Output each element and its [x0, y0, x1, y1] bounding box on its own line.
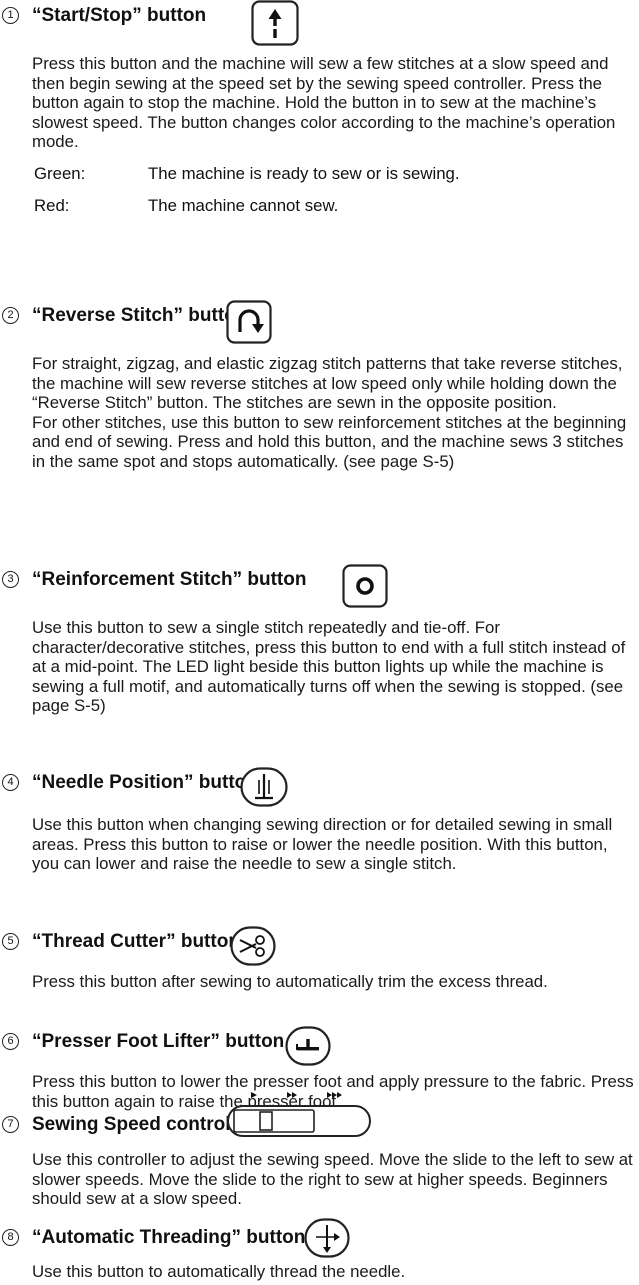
- item-number: 4: [2, 774, 19, 791]
- item-title: “Presser Foot Lifter” button: [32, 1031, 285, 1052]
- mode-list: Green: The machine is ready to sew or is…: [34, 164, 639, 228]
- item-header: 6 “Presser Foot Lifter” button: [0, 1026, 639, 1070]
- needle-position-icon: [240, 767, 288, 812]
- item-title: “Start/Stop” button: [32, 5, 207, 26]
- item-thread-cutter: 5 “Thread Cutter” button Press this butt…: [0, 926, 639, 992]
- item-number: 3: [2, 571, 19, 588]
- start-stop-icon: [251, 0, 299, 51]
- item-number: 8: [2, 1229, 19, 1246]
- item-description: Use this controller to adjust the sewing…: [32, 1150, 633, 1208]
- mode-description: The machine cannot sew.: [148, 195, 339, 215]
- item-header: 4 “Needle Position” button: [0, 767, 639, 813]
- item-number: 6: [2, 1033, 19, 1050]
- item-description: Press this button and the machine will s…: [32, 54, 616, 151]
- thread-cutter-icon: [230, 926, 276, 971]
- reverse-stitch-icon: [226, 300, 272, 349]
- item-header: 7 Sewing Speed controller: [0, 1092, 639, 1148]
- item-reverse-stitch: 2 “Reverse Stitch” button For straight, …: [0, 300, 639, 471]
- item-needle-position: 4 “Needle Position” button Use this butt…: [0, 767, 639, 874]
- item-start-stop: 1 “Start/Stop” button Press this button …: [0, 0, 639, 228]
- item-header: 2 “Reverse Stitch” button: [0, 300, 639, 348]
- item-automatic-threading: 8 “Automatic Threading” button Use this …: [0, 1218, 639, 1282]
- item-title: “Reverse Stitch” button: [32, 305, 248, 326]
- item-reinforcement-stitch: 3 “Reinforcement Stitch” button Use this…: [0, 564, 639, 716]
- item-description: For straight, zigzag, and elastic zigzag…: [32, 354, 623, 412]
- item-header: 1 “Start/Stop” button: [0, 0, 639, 48]
- mode-row-green: Green: The machine is ready to sew or is…: [34, 164, 639, 196]
- mode-description: The machine is ready to sew or is sewing…: [148, 163, 460, 183]
- item-number: 1: [2, 7, 19, 24]
- mode-row-red: Red: The machine cannot sew.: [34, 196, 639, 228]
- item-header: 3 “Reinforcement Stitch” button: [0, 564, 639, 612]
- item-header: 8 “Automatic Threading” button: [0, 1218, 639, 1260]
- item-description: Press this button after sewing to automa…: [32, 972, 548, 991]
- item-number: 7: [2, 1116, 19, 1133]
- item-sewing-speed-controller: 7 Sewing Speed controller Use this contr…: [0, 1092, 639, 1209]
- mode-name: Green:: [34, 163, 86, 183]
- item-description: Use this button to sew a single stitch r…: [32, 618, 626, 715]
- item-header: 5 “Thread Cutter” button: [0, 926, 639, 970]
- item-number: 2: [2, 307, 19, 324]
- item-title: “Thread Cutter” button: [32, 931, 240, 952]
- item-title: “Needle Position” button: [32, 772, 258, 793]
- item-description: Use this button to automatically thread …: [32, 1262, 406, 1281]
- item-description: Use this button when changing sewing dir…: [32, 815, 613, 873]
- item-title: “Automatic Threading” button: [32, 1227, 306, 1248]
- reinforcement-stitch-icon: [342, 564, 388, 613]
- presser-foot-lifter-icon: [285, 1026, 331, 1071]
- mode-name: Red:: [34, 195, 70, 215]
- item-title: Sewing Speed controller: [32, 1114, 254, 1135]
- item-title: “Reinforcement Stitch” button: [32, 569, 307, 590]
- item-number: 5: [2, 933, 19, 950]
- item-description: For other stitches, use this button to s…: [32, 412, 627, 471]
- automatic-threading-icon: [304, 1218, 350, 1263]
- speed-slider-icon: [226, 1088, 374, 1143]
